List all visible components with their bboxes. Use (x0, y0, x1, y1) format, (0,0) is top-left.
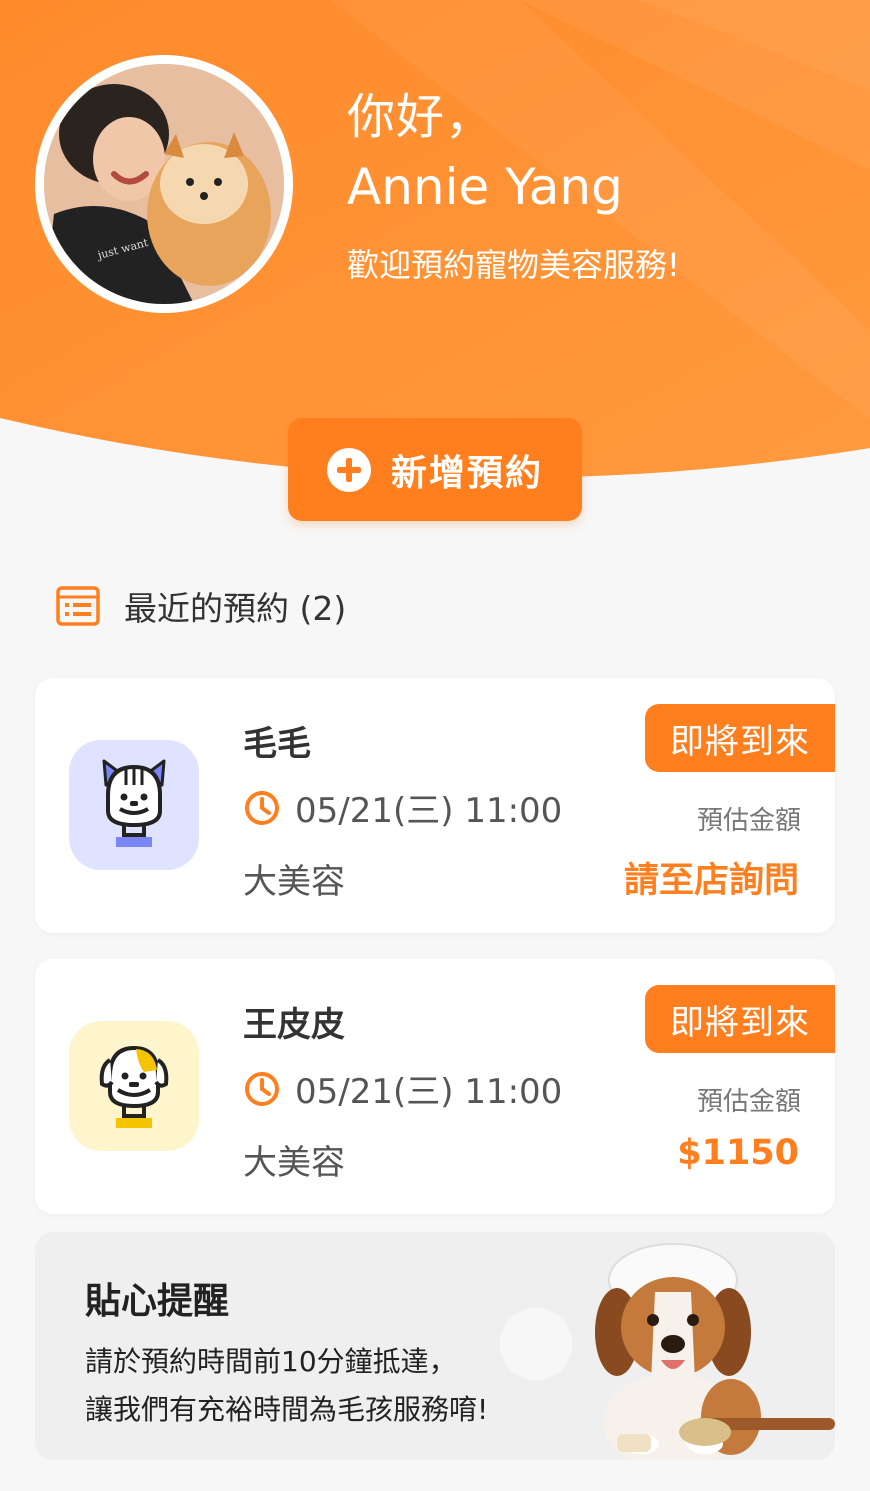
booking-datetime: 05/21(三) 11:00 (295, 791, 563, 831)
booking-datetime: 05/21(三) 11:00 (295, 1072, 563, 1112)
pet-name: 王皮皮 (243, 1005, 345, 1045)
price-label: 預估金額 (696, 806, 801, 836)
service-name: 大美容 (243, 1143, 345, 1183)
pet-avatar (69, 1021, 199, 1151)
reminder-line-2: 讓我們有充裕時間為毛孩服務唷! (85, 1393, 489, 1426)
avatar-photo: just want (44, 64, 284, 304)
avatar[interactable]: just want (35, 55, 293, 313)
price-value: 請至店詢問 (623, 861, 799, 901)
clock-icon (245, 1071, 279, 1106)
booking-card[interactable]: 王皮皮 05/21(三) 11:00 大美容 即將到來 預估金額 $1150 (35, 959, 835, 1214)
booking-time-row: 05/21(三) 11:00 (243, 1064, 562, 1113)
dog-icon (99, 1045, 169, 1128)
recent-bookings-title: 最近的預約 (2) (124, 589, 347, 628)
reminder-title: 貼心提醒 (85, 1281, 230, 1322)
cat-icon (102, 759, 166, 847)
price-value: $1150 (677, 1133, 799, 1173)
list-icon (56, 586, 100, 626)
add-booking-button[interactable]: 新增預約 (288, 418, 582, 521)
header-banner: just want 你好， Annie Yang 歡迎預約寵物美容服務! (0, 0, 870, 480)
clock-icon (245, 790, 279, 825)
plus-circle-icon (326, 447, 371, 492)
welcome-message: 歡迎預約寵物美容服務! (347, 246, 680, 284)
service-name: 大美容 (243, 862, 345, 902)
status-badge: 即將到來 (645, 985, 835, 1053)
recent-bookings-header: 最近的預約 (2) (56, 580, 346, 632)
reminder-line-1: 請於預約時間前10分鐘抵達， (85, 1345, 457, 1378)
price-label: 預估金額 (696, 1087, 801, 1117)
booking-time-row: 05/21(三) 11:00 (243, 783, 562, 832)
user-name: Annie Yang (347, 158, 623, 216)
status-badge: 即將到來 (645, 704, 835, 772)
reminder-card: 貼心提醒 請於預約時間前10分鐘抵達， 讓我們有充裕時間為毛孩服務唷! (35, 1232, 835, 1460)
booking-card[interactable]: 毛毛 05/21(三) 11:00 大美容 即將到來 預估金額 請至店詢問 (35, 678, 835, 933)
add-booking-label: 新增預約 (390, 452, 543, 494)
pet-avatar (69, 740, 199, 870)
beagle-illustration (595, 1243, 835, 1460)
greeting-text: 你好， (347, 89, 495, 145)
pet-name: 毛毛 (243, 724, 311, 764)
